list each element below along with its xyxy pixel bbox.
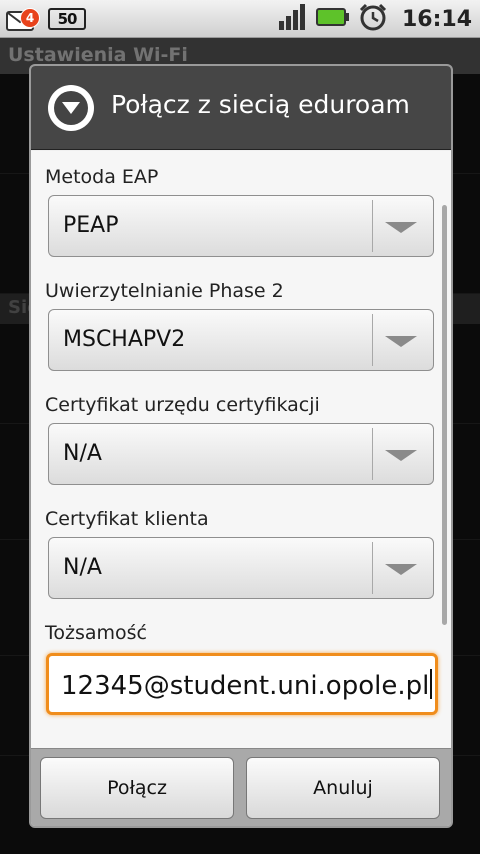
identity-label: Tożsamość [45, 622, 147, 644]
phase2-auth-spinner[interactable]: MSCHAPV2 [48, 309, 434, 371]
divider [372, 314, 373, 366]
divider [372, 542, 373, 594]
spinner-value: N/A [63, 555, 102, 580]
divider [372, 428, 373, 480]
dropdown-arrow-icon [385, 450, 417, 461]
dialog-title: Połącz z siecią eduroam [111, 90, 410, 119]
client-certificate-label: Certyfikat klienta [45, 508, 209, 530]
alarm-icon [358, 2, 388, 36]
dropdown-arrow-icon [385, 336, 417, 347]
spinner-value: PEAP [63, 213, 119, 238]
eap-method-spinner[interactable]: PEAP [48, 195, 434, 257]
spinner-value: MSCHAPV2 [63, 327, 186, 352]
dialog-header: Połącz z siecią eduroam [31, 66, 451, 150]
identity-value: 12345@student.uni.opole.pl [61, 671, 430, 701]
dialog-icon [48, 85, 94, 131]
connect-button[interactable]: Połącz [40, 757, 234, 819]
notification-count-badge: 4 [20, 8, 40, 28]
dropdown-arrow-icon [385, 564, 417, 575]
phase2-auth-label: Uwierzytelnianie Phase 2 [45, 280, 284, 302]
signal-icon [278, 3, 308, 35]
gmail-icon: 4 [6, 8, 40, 31]
identity-input[interactable]: 12345@student.uni.opole.pl [46, 653, 438, 715]
text-caret [430, 669, 433, 699]
dialog-content[interactable]: Metoda EAP PEAP Uwierzytelnianie Phase 2… [31, 151, 451, 748]
client-certificate-spinner[interactable]: N/A [48, 537, 434, 599]
battery-alt-indicator: 50 [48, 8, 86, 30]
battery-icon [315, 6, 350, 32]
dialog-button-bar: Połącz Anuluj [31, 748, 451, 826]
status-bar: 4 50 16:14 [0, 0, 480, 38]
divider [372, 200, 373, 252]
dropdown-arrow-icon [385, 222, 417, 233]
chevron-down-icon [62, 102, 80, 114]
connect-dialog: Połącz z siecią eduroam Metoda EAP PEAP … [29, 64, 453, 828]
eap-method-label: Metoda EAP [45, 166, 159, 188]
spinner-value: N/A [63, 441, 102, 466]
scrollbar[interactable] [442, 205, 447, 625]
cancel-button[interactable]: Anuluj [246, 757, 440, 819]
clock: 16:14 [401, 6, 472, 32]
ca-certificate-spinner[interactable]: N/A [48, 423, 434, 485]
ca-certificate-label: Certyfikat urzędu certyfikacji [45, 394, 320, 416]
